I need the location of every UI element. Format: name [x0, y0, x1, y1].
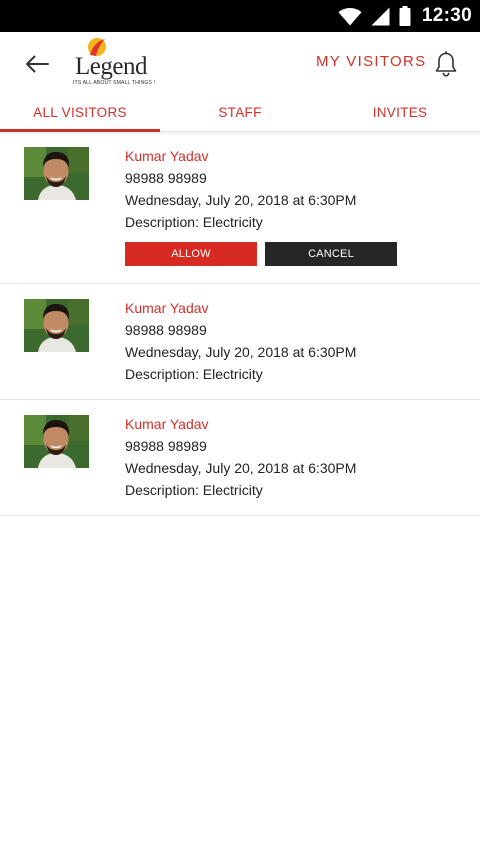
visitor-card[interactable]: Kumar Yadav 98988 98989 Wednesday, July …	[0, 284, 480, 400]
tab-bar: ALL VISITORS STAFF INVITES	[0, 96, 480, 132]
visitor-name[interactable]: Kumar Yadav	[125, 148, 397, 164]
tab-all-visitors[interactable]: ALL VISITORS	[0, 96, 160, 132]
notification-button[interactable]	[433, 50, 459, 78]
status-bar: 12:30	[0, 0, 480, 32]
logo-tagline: ITS ALL ABOUT SMALL THINGS !	[73, 80, 156, 86]
signal-icon	[371, 7, 390, 25]
visitor-datetime: Wednesday, July 20, 2018 at 6:30PM	[125, 460, 357, 476]
wifi-icon	[338, 7, 362, 25]
visitor-phone: 98988 98989	[125, 438, 207, 454]
bell-icon	[435, 51, 457, 77]
visitor-info: Kumar Yadav 98988 98989 Wednesday, July …	[125, 132, 397, 283]
battery-icon	[399, 6, 411, 26]
cancel-button[interactable]: CANCEL	[265, 242, 397, 266]
back-button[interactable]	[19, 46, 55, 82]
visitor-description: Description: Electricity	[125, 214, 263, 230]
visitor-card[interactable]: Kumar Yadav 98988 98989 Wednesday, July …	[0, 400, 480, 516]
status-time: 12:30	[421, 5, 472, 26]
logo-wordmark: Legend	[75, 53, 147, 80]
visitor-phone: 98988 98989	[125, 322, 207, 338]
visitor-card[interactable]: Kumar Yadav 98988 98989 Wednesday, July …	[0, 132, 480, 284]
tab-invites[interactable]: INVITES	[320, 96, 480, 131]
visitor-datetime: Wednesday, July 20, 2018 at 6:30PM	[125, 344, 357, 360]
visitor-avatar[interactable]	[24, 299, 89, 352]
visitor-info: Kumar Yadav 98988 98989 Wednesday, July …	[125, 400, 356, 515]
visitor-actions: ALLOW CANCEL	[125, 242, 397, 266]
visitor-list: Kumar Yadav 98988 98989 Wednesday, July …	[0, 132, 480, 516]
app-bar: Legend ITS ALL ABOUT SMALL THINGS ! MY V…	[0, 32, 480, 96]
visitor-avatar[interactable]	[24, 147, 89, 200]
visitor-description: Description: Electricity	[125, 482, 263, 498]
allow-button[interactable]: ALLOW	[125, 242, 257, 266]
legend-logo: Legend ITS ALL ABOUT SMALL THINGS !	[70, 35, 155, 91]
visitor-info: Kumar Yadav 98988 98989 Wednesday, July …	[125, 284, 356, 399]
visitor-phone: 98988 98989	[125, 170, 207, 186]
visitor-avatar[interactable]	[24, 415, 89, 468]
arrow-back-icon	[26, 55, 49, 73]
visitor-name[interactable]: Kumar Yadav	[125, 416, 356, 432]
visitor-datetime: Wednesday, July 20, 2018 at 6:30PM	[125, 192, 357, 208]
page-title[interactable]: MY VISITORS	[316, 53, 426, 70]
tab-staff[interactable]: STAFF	[160, 96, 320, 131]
visitor-name[interactable]: Kumar Yadav	[125, 300, 356, 316]
visitor-description: Description: Electricity	[125, 366, 263, 382]
